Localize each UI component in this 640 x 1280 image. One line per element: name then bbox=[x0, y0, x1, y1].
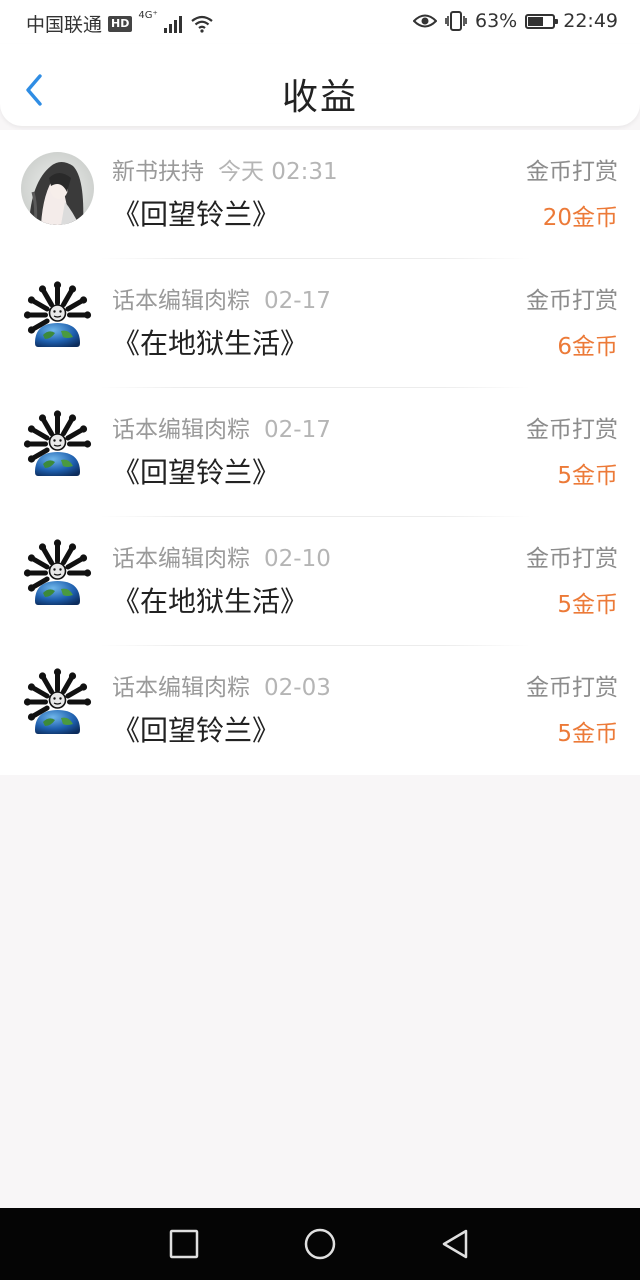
earnings-list: 新书扶持 今天 02:31 《回望铃兰》 金币打赏 20金币 话本编辑肉粽 02-17 《在地… bbox=[0, 130, 640, 775]
avatar[interactable] bbox=[21, 539, 94, 612]
earning-meta: 新书扶持 今天 02:31 bbox=[112, 152, 338, 186]
wifi-icon bbox=[191, 15, 213, 33]
system-nav-bar bbox=[0, 1208, 640, 1280]
reward-amount: 5金币 bbox=[557, 463, 618, 489]
home-button[interactable] bbox=[302, 1226, 338, 1262]
earning-time: 02-17 bbox=[264, 417, 331, 443]
book-title: 《在地狱生活》 bbox=[112, 327, 309, 360]
giver-name: 话本编辑肉粽 bbox=[112, 417, 250, 443]
reward-type: 金币打赏 bbox=[526, 546, 618, 572]
reward-amount: 5金币 bbox=[557, 721, 618, 747]
nav-back-button[interactable] bbox=[438, 1226, 474, 1262]
earning-time: 02-10 bbox=[264, 546, 331, 572]
character-portrait-icon bbox=[21, 152, 94, 225]
reward-amount: 20金币 bbox=[542, 205, 618, 231]
signal-icon bbox=[163, 15, 182, 33]
reward-type: 金币打赏 bbox=[526, 675, 618, 701]
carrier-label: 中国联通 bbox=[26, 14, 103, 36]
giver-name: 话本编辑肉粽 bbox=[112, 675, 250, 701]
vibrate-icon bbox=[445, 11, 467, 31]
clock: 22:49 bbox=[563, 10, 618, 32]
earth-bones-icon bbox=[21, 668, 94, 741]
network-type: 4G⁺ bbox=[138, 10, 158, 21]
avatar[interactable] bbox=[21, 152, 94, 225]
hd-badge: HD bbox=[108, 15, 133, 32]
book-title: 《在地狱生活》 bbox=[112, 585, 309, 618]
reward-type: 金币打赏 bbox=[526, 159, 618, 185]
eye-icon bbox=[413, 14, 437, 28]
giver-name: 话本编辑肉粽 bbox=[112, 546, 250, 572]
book-title: 《回望铃兰》 bbox=[112, 198, 281, 231]
reward-type: 金币打赏 bbox=[526, 288, 618, 314]
earning-meta: 话本编辑肉粽 02-10 bbox=[112, 539, 331, 573]
earning-meta: 话本编辑肉粽 02-17 bbox=[112, 410, 331, 444]
circle-icon bbox=[304, 1228, 336, 1260]
page-title: 收益 bbox=[281, 77, 358, 118]
earth-bones-icon bbox=[21, 281, 94, 354]
earning-row[interactable]: 话本编辑肉粽 02-10 《在地狱生活》 金币打赏 5金币 bbox=[0, 517, 640, 646]
header: 收益 bbox=[0, 44, 640, 126]
earning-row[interactable]: 话本编辑肉粽 02-17 《在地狱生活》 金币打赏 6金币 bbox=[0, 259, 640, 388]
status-left: 中国联通 HD 4G⁺ bbox=[26, 10, 214, 37]
status-right: 63% 22:49 bbox=[413, 10, 618, 32]
avatar[interactable] bbox=[21, 281, 94, 354]
reward-amount: 5金币 bbox=[557, 592, 618, 618]
earning-meta: 话本编辑肉粽 02-03 bbox=[112, 668, 331, 702]
avatar[interactable] bbox=[21, 410, 94, 483]
earth-bones-icon bbox=[21, 539, 94, 612]
battery-percent: 63% bbox=[475, 10, 518, 32]
earning-row[interactable]: 话本编辑肉粽 02-03 《回望铃兰》 金币打赏 5金币 bbox=[0, 646, 640, 775]
status-bar: 中国联通 HD 4G⁺ 63% 22:49 bbox=[0, 0, 640, 44]
book-title: 《回望铃兰》 bbox=[112, 456, 281, 489]
earning-time: 今天 02:31 bbox=[218, 159, 338, 185]
earning-meta: 话本编辑肉粽 02-17 bbox=[112, 281, 331, 315]
reward-type: 金币打赏 bbox=[526, 417, 618, 443]
reward-amount: 6金币 bbox=[557, 334, 618, 360]
recent-apps-button[interactable] bbox=[166, 1226, 202, 1262]
earning-time: 02-03 bbox=[264, 675, 331, 701]
battery-level bbox=[528, 16, 544, 26]
battery-icon bbox=[525, 13, 559, 29]
square-icon bbox=[169, 1229, 199, 1259]
earth-bones-icon bbox=[21, 410, 94, 483]
book-title: 《回望铃兰》 bbox=[112, 714, 281, 747]
triangle-back-icon bbox=[442, 1229, 468, 1259]
earning-row[interactable]: 新书扶持 今天 02:31 《回望铃兰》 金币打赏 20金币 bbox=[0, 130, 640, 259]
earning-time: 02-17 bbox=[264, 288, 331, 314]
earning-row[interactable]: 话本编辑肉粽 02-17 《回望铃兰》 金币打赏 5金币 bbox=[0, 388, 640, 517]
giver-name: 话本编辑肉粽 bbox=[112, 288, 250, 314]
giver-name: 新书扶持 bbox=[112, 159, 204, 185]
avatar[interactable] bbox=[21, 668, 94, 741]
earnings-page: 中国联通 HD 4G⁺ 63% 22:49 收益 新书扶持 今天 02:31 《… bbox=[0, 0, 640, 1280]
